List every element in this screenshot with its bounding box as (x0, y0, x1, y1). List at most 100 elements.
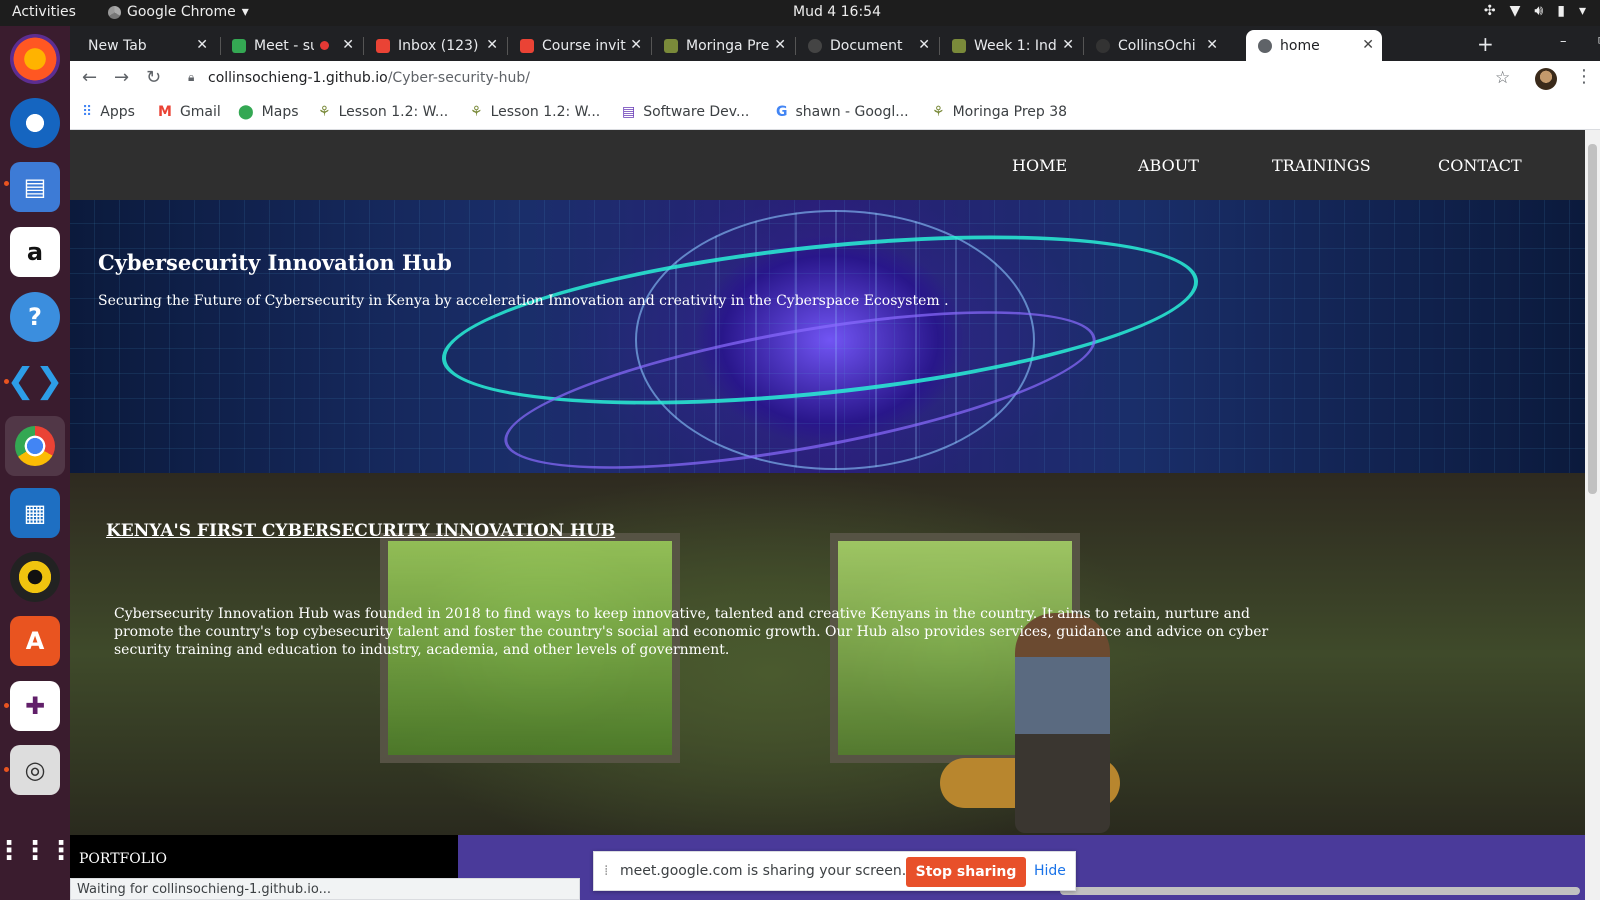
running-indicator (4, 181, 9, 186)
about-section: KENYA'S FIRST CYBERSECURITY INNOVATION H… (70, 473, 1585, 835)
close-icon[interactable]: ✕ (1062, 37, 1074, 53)
bookmark-label: Lesson 1.2: W... (490, 104, 601, 120)
nav-link-trainings[interactable]: TRAININGS (1272, 156, 1371, 175)
tab-label: CollinsOchi (1118, 37, 1196, 54)
horizontal-scrollbar[interactable] (1060, 887, 1580, 895)
show-apps-icon[interactable]: ⋮⋮⋮ (0, 826, 74, 876)
close-icon[interactable]: ✕ (196, 37, 208, 53)
forms-icon: ▤ (622, 104, 636, 120)
maps-pin-icon: ⬤ (238, 104, 254, 120)
drag-handle-icon[interactable]: ⁞ (604, 863, 608, 879)
profile-avatar[interactable] (1535, 68, 1557, 90)
wifi-icon[interactable]: ▼ (1510, 3, 1521, 19)
vertical-scrollbar[interactable] (1585, 130, 1600, 900)
close-icon[interactable]: ✕ (630, 37, 642, 53)
share-message: meet.google.com is sharing your screen. (620, 863, 907, 879)
tab-week1[interactable]: Week 1: Ind ✕ (940, 30, 1082, 61)
new-tab-button[interactable]: + (1477, 32, 1494, 56)
system-top-bar: Activities Google Chrome ▾ Mud 4 16:54 ✣… (0, 0, 1600, 26)
amazon-icon[interactable]: a (10, 227, 60, 277)
url-host: collinsochieng-1.github.io (208, 70, 388, 86)
portfolio-heading: PORTFOLIO (79, 851, 168, 867)
tab-home[interactable]: home ✕ (1246, 30, 1382, 61)
url-path: /Cyber-security-hub/ (387, 70, 530, 86)
rhythmbox-icon[interactable] (10, 552, 60, 602)
software-center-icon[interactable]: A (10, 616, 60, 666)
bookmark-gmail[interactable]: M Gmail (158, 104, 221, 120)
tab-document[interactable]: Document ✕ (796, 30, 938, 61)
lock-icon[interactable]: 🔒︎ (188, 70, 194, 85)
battery-icon[interactable]: ▮ (1557, 3, 1565, 19)
chevron-down-icon[interactable]: ▾ (1579, 3, 1586, 19)
gmail-icon (520, 38, 534, 53)
about-paragraph: Cybersecurity Innovation Hub was founded… (114, 606, 1269, 658)
tab-collins[interactable]: CollinsOchi ✕ (1084, 30, 1226, 61)
bookmark-maps[interactable]: ⬤ Maps (238, 104, 299, 120)
volume-icon[interactable]: 🔊︎ (1534, 3, 1543, 19)
nav-link-contact[interactable]: CONTACT (1438, 156, 1522, 175)
minimize-icon[interactable]: – (1560, 34, 1567, 49)
slack-icon[interactable]: ✚ (10, 681, 60, 731)
gmail-icon: M (158, 104, 172, 120)
scrollbar-thumb[interactable] (1588, 144, 1597, 494)
bookmark-apps[interactable]: ⠿ Apps (82, 104, 135, 120)
reload-button[interactable]: ↻ (146, 67, 161, 88)
bookmark-moringa-prep[interactable]: ⚘ Moringa Prep 38 (932, 104, 1067, 120)
close-icon[interactable]: ✕ (774, 37, 786, 53)
thunderbird-icon[interactable] (10, 98, 60, 148)
running-indicator (4, 703, 9, 708)
bookmark-software-dev[interactable]: ▤ Software Dev... (622, 104, 749, 120)
files-icon[interactable]: ▤ (10, 162, 60, 212)
moringa-icon: ⚘ (470, 104, 483, 120)
nav-link-about[interactable]: ABOUT (1138, 156, 1199, 175)
chrome-menu-icon[interactable]: ⋮ (1575, 66, 1593, 87)
system-tray[interactable]: ✣ ▼ 🔊︎ ▮ ▾ (1484, 3, 1586, 19)
hero-subtitle: Securing the Future of Cybersecurity in … (98, 293, 949, 309)
desktop: Activities Google Chrome ▾ Mud 4 16:54 ✣… (0, 0, 1600, 900)
tab-new-tab[interactable]: New Tab ✕ (76, 30, 216, 61)
chrome-dock-item[interactable] (5, 416, 65, 476)
address-bar[interactable]: 🔒︎ collinsochieng-1.github.io/Cyber-secu… (174, 63, 1564, 95)
tab-label: Meet - su (254, 37, 314, 54)
screenshot-icon[interactable]: ◎ (10, 745, 60, 795)
bookmark-shawn[interactable]: G shawn - Googl... (776, 104, 909, 120)
close-icon[interactable]: ✕ (342, 37, 354, 53)
close-icon[interactable]: ✕ (1206, 37, 1218, 53)
recording-icon (320, 41, 329, 50)
stop-sharing-button[interactable]: Stop sharing (906, 857, 1026, 887)
help-icon[interactable]: ? (10, 292, 60, 342)
screen-share-bar: ⁞ meet.google.com is sharing your screen… (593, 851, 1076, 891)
site-navbar: HOME ABOUT TRAININGS CONTACT (70, 130, 1585, 200)
tab-strip: New Tab ✕ Meet - su ✕ Inbox (123) ✕ Cour… (70, 26, 1600, 61)
moringa-icon (664, 38, 678, 53)
tab-course-invite[interactable]: Course invit ✕ (508, 30, 650, 61)
close-icon[interactable]: ✕ (486, 37, 498, 53)
close-icon[interactable]: ✕ (918, 37, 930, 53)
hero-banner: Cybersecurity Innovation Hub Securing th… (70, 200, 1585, 473)
bookmark-lesson-2[interactable]: ⚘ Lesson 1.2: W... (470, 104, 600, 120)
nav-link-home[interactable]: HOME (1012, 156, 1067, 175)
app-menu[interactable]: Google Chrome ▾ (108, 4, 249, 20)
clock[interactable]: Mud 4 16:54 (793, 4, 881, 20)
running-indicator (4, 767, 9, 772)
tab-meet[interactable]: Meet - su ✕ (220, 30, 362, 61)
activities-button[interactable]: Activities (12, 4, 76, 20)
close-icon[interactable]: ✕ (1362, 37, 1374, 53)
tab-inbox[interactable]: Inbox (123) ✕ (364, 30, 506, 61)
hide-button[interactable]: Hide (1034, 863, 1066, 879)
vscode-icon[interactable]: ❮❯ (7, 356, 64, 406)
tab-moringa-prep[interactable]: Moringa Pre ✕ (652, 30, 794, 61)
bookmark-lesson-1[interactable]: ⚘ Lesson 1.2: W... (318, 104, 448, 120)
firefox-icon[interactable] (10, 34, 60, 84)
bookmark-star-icon[interactable]: ☆ (1495, 68, 1510, 88)
bookmark-label: Gmail (179, 104, 221, 120)
writer-icon[interactable]: ▦ (10, 488, 60, 538)
tab-label: Course invit (542, 37, 626, 54)
back-button[interactable]: ← (82, 67, 97, 88)
gmail-icon (376, 38, 390, 53)
bookmarks-bar: ⠿ Apps M Gmail ⬤ Maps ⚘ Lesson 1.2: W...… (70, 97, 1600, 130)
settings-icon[interactable]: ✣ (1484, 3, 1496, 19)
moringa-icon: ⚘ (932, 104, 945, 120)
forward-button[interactable]: → (114, 67, 129, 88)
chrome-icon (15, 426, 55, 466)
